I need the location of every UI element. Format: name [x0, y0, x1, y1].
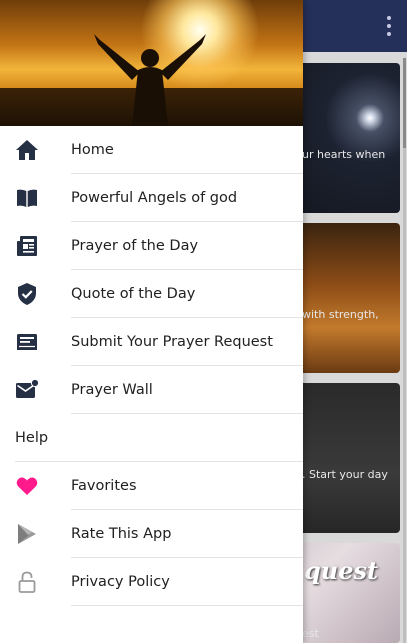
drawer-item-label: Submit Your Prayer Request — [71, 334, 273, 350]
drawer-item-prayer-of-the-day[interactable]: Prayer of the Day — [0, 222, 303, 270]
section-title-help: Help — [15, 430, 49, 446]
more-options-icon[interactable] — [385, 16, 393, 36]
card-snippet: . Start your day — [302, 468, 388, 481]
drawer-item-label: Favorites — [71, 478, 137, 494]
drawer-item-label: Rate This App — [71, 526, 172, 542]
navigation-drawer: Home Powerful Angels of god Prayer of th… — [0, 0, 303, 643]
drawer-item-submit-prayer-request[interactable]: Submit Your Prayer Request — [0, 318, 303, 366]
card-snippet: with strength, — [302, 308, 379, 321]
drawer-item-rate-this-app[interactable]: Rate This App — [0, 510, 303, 558]
book-icon — [15, 186, 39, 210]
card-snippet: ur hearts when — [302, 148, 386, 161]
mail-notification-icon — [15, 378, 40, 402]
drawer-item-quote-of-the-day[interactable]: Quote of the Day — [0, 270, 303, 318]
shield-check-icon — [15, 282, 39, 306]
card-snippet: est — [302, 627, 319, 640]
scrollbar-thumb[interactable] — [403, 58, 406, 148]
drawer-header-image — [0, 0, 303, 126]
drawer-item-privacy-policy[interactable]: Privacy Policy — [0, 558, 303, 606]
drawer-item-favorites[interactable]: Favorites — [0, 462, 303, 510]
drawer-item-label: Prayer of the Day — [71, 238, 199, 254]
drawer-item-prayer-wall[interactable]: Prayer Wall — [0, 366, 303, 414]
divider — [71, 413, 303, 414]
lock-icon — [15, 570, 39, 594]
drawer-item-label: Powerful Angels of god — [71, 190, 238, 206]
card-title: quest — [304, 556, 379, 585]
drawer-item-powerful-angels[interactable]: Powerful Angels of god — [0, 174, 303, 222]
divider — [71, 605, 303, 606]
submit-form-icon — [15, 330, 39, 354]
home-icon — [15, 138, 39, 162]
newspaper-icon — [15, 234, 39, 258]
heart-icon — [15, 474, 39, 498]
drawer-item-home[interactable]: Home — [0, 126, 303, 174]
play-store-icon — [15, 522, 39, 546]
drawer-item-label: Quote of the Day — [71, 286, 196, 302]
drawer-item-label: Prayer Wall — [71, 382, 153, 398]
drawer-item-label: Home — [71, 142, 114, 158]
drawer-item-label: Privacy Policy — [71, 574, 170, 590]
person-silhouette — [94, 34, 206, 126]
